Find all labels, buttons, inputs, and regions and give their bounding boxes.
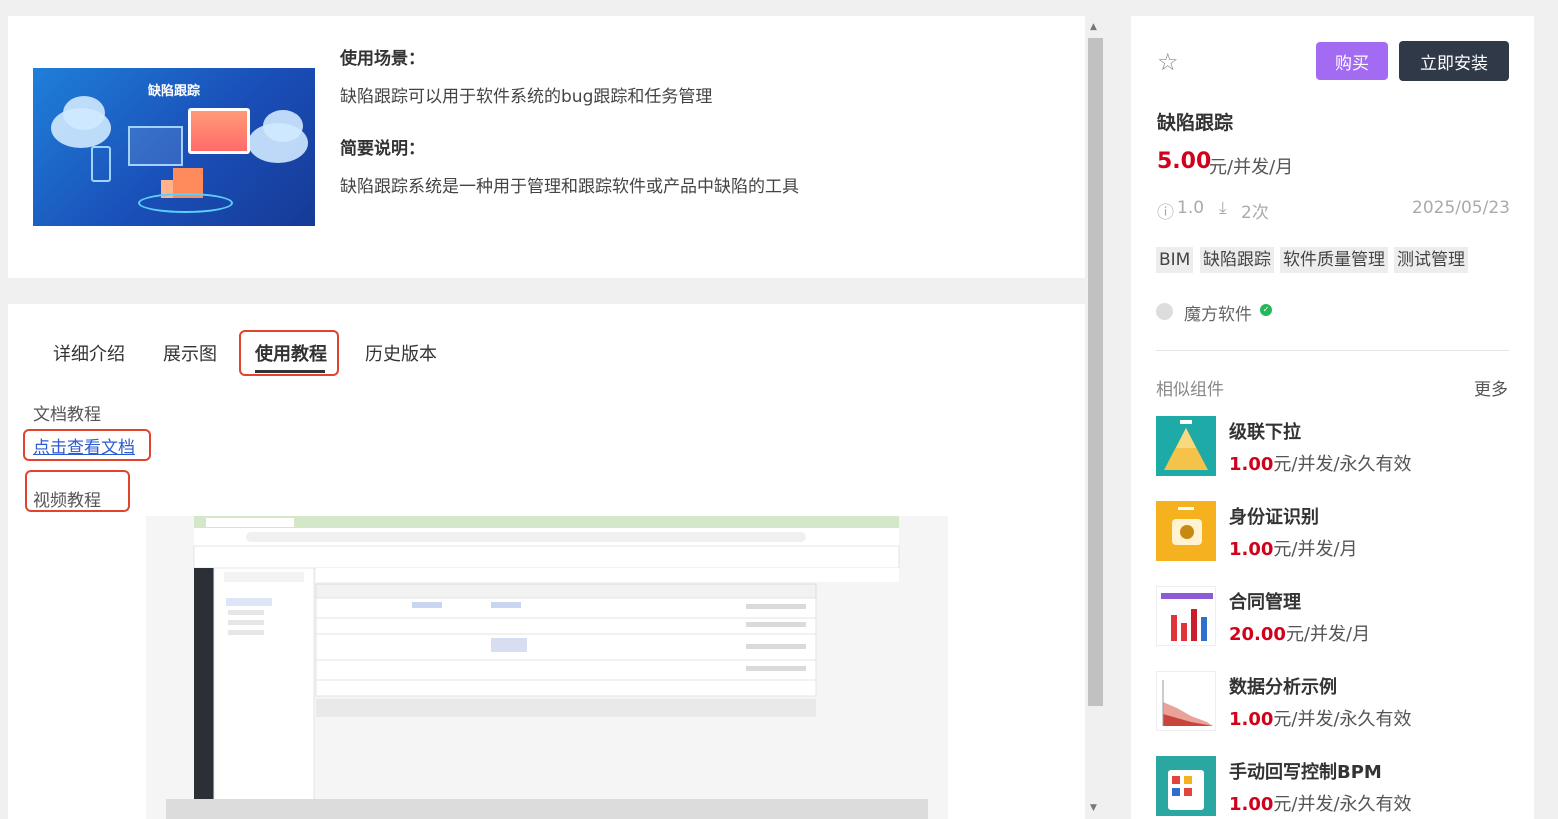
author-name[interactable]: 魔方软件 xyxy=(1184,300,1252,325)
highlight-box-doc-link xyxy=(23,429,151,461)
tab-gallery[interactable]: 展示图 xyxy=(163,340,217,366)
similar-item[interactable]: 合同管理 20.00元/并发/月 xyxy=(1156,586,1516,648)
similar-item-price: 1.00元/并发/永久有效 xyxy=(1229,709,1412,730)
similar-item-name: 合同管理 xyxy=(1229,592,1301,613)
similar-item-name: 数据分析示例 xyxy=(1229,677,1337,698)
verified-badge-icon: ✓ xyxy=(1260,304,1272,316)
tag-item[interactable]: 缺陷跟踪 xyxy=(1200,247,1274,273)
similar-item-thumbnail xyxy=(1156,756,1216,816)
similar-item[interactable]: 级联下拉 1.00元/并发/永久有效 xyxy=(1156,416,1516,478)
product-banner-image: 缺陷跟踪 xyxy=(33,68,315,226)
more-link[interactable]: 更多 xyxy=(1474,375,1508,400)
similar-item-price: 1.00元/并发/月 xyxy=(1229,539,1358,560)
similar-item-price: 20.00元/并发/月 xyxy=(1229,624,1371,645)
summary-text: 缺陷跟踪系统是一种用于管理和跟踪软件或产品中缺陷的工具 xyxy=(340,177,799,197)
tag-item[interactable]: BIM xyxy=(1156,247,1194,273)
highlight-box-video xyxy=(25,470,130,512)
similar-item-thumbnail xyxy=(1156,416,1216,476)
price-unit: 元/并发/月 xyxy=(1209,157,1294,178)
tab-history[interactable]: 历史版本 xyxy=(365,340,437,366)
install-button[interactable]: 立即安装 xyxy=(1399,41,1509,81)
tutorial-video-player[interactable] xyxy=(146,516,948,819)
summary-label: 简要说明： xyxy=(340,139,425,159)
similar-item-price: 1.00元/并发/永久有效 xyxy=(1229,454,1412,475)
buy-button[interactable]: 购买 xyxy=(1316,42,1388,80)
publish-date: 2025/05/23 xyxy=(1412,198,1510,218)
product-price: 5.00 xyxy=(1157,149,1212,174)
scroll-down-icon[interactable]: ▼ xyxy=(1090,803,1097,813)
similar-item-price: 1.00元/并发/永久有效 xyxy=(1229,794,1412,815)
similar-components-title: 相似组件 xyxy=(1156,380,1224,400)
usage-label: 使用场景： xyxy=(340,49,425,69)
chart-screen-illustration xyxy=(128,126,183,166)
product-info-card: 缺陷跟踪 使用场景： 缺陷跟踪可以用于软件系统的bug跟踪和任务管理 简要说明：… xyxy=(8,16,1085,278)
version-number: 1.0 xyxy=(1177,198,1205,218)
product-sidebar: ☆ 购买 立即安装 缺陷跟踪 5.00 元/并发/月 ⓘ 1.0 ⤓ 2次 20… xyxy=(1131,16,1534,819)
banner-title: 缺陷跟踪 xyxy=(147,84,200,99)
similar-item[interactable]: 手动回写控制BPM 1.00元/并发/永久有效 xyxy=(1156,756,1516,818)
download-count: 2次 xyxy=(1241,203,1269,223)
similar-item-name: 身份证识别 xyxy=(1229,507,1319,528)
author-avatar xyxy=(1156,303,1173,320)
tag-item[interactable]: 软件质量管理 xyxy=(1280,247,1388,273)
tab-detail[interactable]: 详细介绍 xyxy=(53,340,125,366)
similar-item-thumbnail xyxy=(1156,671,1216,731)
highlight-box-tab xyxy=(239,330,339,376)
product-name: 缺陷跟踪 xyxy=(1157,112,1234,134)
similar-item-name: 手动回写控制BPM xyxy=(1229,762,1382,783)
doc-tutorial-title: 文档教程 xyxy=(33,405,101,425)
usage-text: 缺陷跟踪可以用于软件系统的bug跟踪和任务管理 xyxy=(340,87,713,107)
similar-item-name: 级联下拉 xyxy=(1229,422,1301,443)
tutorial-card: 详细介绍 展示图 使用教程 历史版本 文档教程 点击查看文档 视频教程 xyxy=(8,304,1085,819)
similar-item-thumbnail xyxy=(1156,586,1216,646)
monitor-illustration xyxy=(188,108,250,154)
similar-item-thumbnail xyxy=(1156,501,1216,561)
cloud-icon xyxy=(263,110,303,142)
similar-item[interactable]: 数据分析示例 1.00元/并发/永久有效 xyxy=(1156,671,1516,733)
phone-illustration xyxy=(91,146,111,182)
version-info-icon: ⓘ xyxy=(1157,203,1174,223)
scrollbar-thumb[interactable] xyxy=(1088,38,1103,706)
download-icon: ⤓ xyxy=(1219,198,1227,218)
similar-item[interactable]: 身份证识别 1.00元/并发/月 xyxy=(1156,501,1516,563)
platform-ring-illustration xyxy=(138,193,233,213)
video-frame-screenshot xyxy=(146,516,948,819)
favorite-star-icon[interactable]: ☆ xyxy=(1157,48,1179,76)
scroll-up-icon[interactable]: ▲ xyxy=(1090,22,1097,32)
cloud-icon xyxy=(63,96,105,130)
tag-item[interactable]: 测试管理 xyxy=(1394,247,1468,273)
divider xyxy=(1156,350,1509,351)
